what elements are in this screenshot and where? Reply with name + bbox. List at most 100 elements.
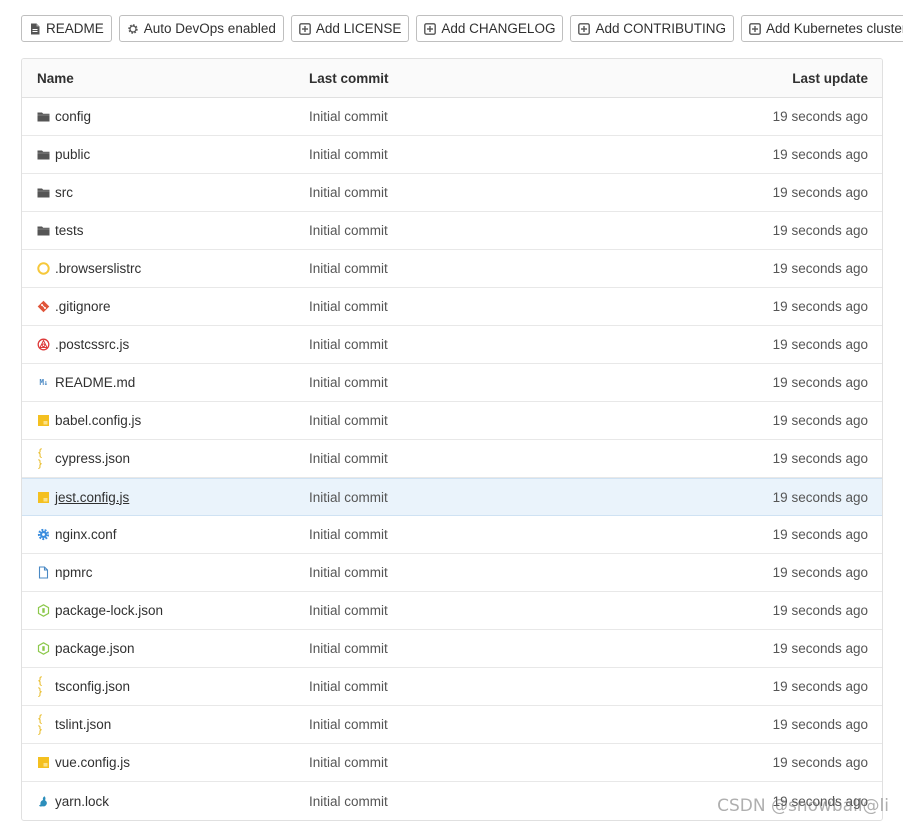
last-update-time: 19 seconds ago (772, 147, 868, 162)
table-row[interactable]: { } cypress.json Initial commit 19 seconds … (22, 440, 882, 478)
file-name-link[interactable]: yarn.lock (55, 794, 109, 809)
last-commit-link[interactable]: Initial commit (309, 451, 609, 466)
nodejs-icon (37, 642, 50, 655)
add-contributing-button[interactable]: Add CONTRIBUTING (570, 15, 734, 42)
last-commit-link[interactable]: Initial commit (309, 794, 609, 809)
table-row[interactable]: .postcssrc.js Initial commit 19 seconds ag… (22, 326, 882, 364)
last-commit-link[interactable]: Initial commit (309, 679, 609, 694)
last-commit-link[interactable]: Initial commit (309, 603, 609, 618)
last-commit-link[interactable]: Initial commit (309, 299, 609, 314)
file-name-cell: .browserslistrc (22, 261, 309, 276)
folder-icon (37, 224, 50, 237)
plus-square-icon (424, 22, 437, 35)
table-row[interactable]: { } tslint.json Initial commit 19 seconds a… (22, 706, 882, 744)
last-update-time: 19 seconds ago (772, 261, 868, 276)
header-name: Name (37, 70, 74, 86)
last-update-time: 19 seconds ago (772, 337, 868, 352)
gear-icon (127, 23, 139, 35)
last-commit-link[interactable]: Initial commit (309, 185, 609, 200)
table-row[interactable]: M↓ README.md Initial commit 19 seconds ago (22, 364, 882, 402)
file-name-cell: yarn.lock (22, 794, 309, 809)
file-name-link[interactable]: .gitignore (55, 299, 111, 314)
file-name-link[interactable]: .browserslistrc (55, 261, 141, 276)
last-update-time: 19 seconds ago (772, 755, 868, 770)
file-name-link[interactable]: babel.config.js (55, 413, 141, 428)
file-name-link[interactable]: package-lock.json (55, 603, 163, 618)
table-row[interactable]: tests Initial commit 19 seconds ago (22, 212, 882, 250)
last-commit-link[interactable]: Initial commit (309, 261, 609, 276)
table-row[interactable]: nginx.conf Initial commit 19 seconds ago (22, 516, 882, 554)
table-row[interactable]: vue.config.js Initial commit 19 seconds ag… (22, 744, 882, 782)
file-name-link[interactable]: npmrc (55, 565, 93, 580)
json-icon: { } (37, 713, 43, 736)
file-name-cell: babel.config.js (22, 413, 309, 428)
plus-square-icon (749, 22, 761, 35)
table-row[interactable]: jest.config.js Initial commit 19 seconds a… (22, 478, 882, 516)
file-name-cell: tests (22, 223, 309, 238)
file-name-cell: jest.config.js (22, 490, 309, 505)
file-name-cell: .gitignore (22, 299, 309, 314)
file-name-link[interactable]: nginx.conf (55, 527, 117, 542)
table-row[interactable]: config Initial commit 19 seconds ago (22, 98, 882, 136)
table-row[interactable]: .browserslistrc Initial commit 19 seconds … (22, 250, 882, 288)
file-name-link[interactable]: README.md (55, 375, 135, 390)
file-name-link[interactable]: src (55, 185, 73, 200)
file-name-link[interactable]: public (55, 147, 90, 162)
last-commit-link[interactable]: Initial commit (309, 375, 609, 390)
file-name-link[interactable]: vue.config.js (55, 755, 130, 770)
folder-icon (37, 148, 50, 161)
file-name-link[interactable]: cypress.json (55, 451, 130, 466)
plus-square-icon (298, 22, 311, 35)
table-row[interactable]: .gitignore Initial commit 19 seconds ago (22, 288, 882, 326)
last-update-time: 19 seconds ago (772, 375, 868, 390)
javascript-icon (37, 491, 50, 504)
file-icon (29, 23, 41, 35)
auto-devops-button[interactable]: Auto DevOps enabled (118, 15, 284, 42)
table-row[interactable]: npmrc Initial commit 19 seconds ago (22, 554, 882, 592)
file-name-cell: package-lock.json (22, 603, 309, 618)
file-name-link[interactable]: tsconfig.json (55, 679, 130, 694)
file-name-link[interactable]: jest.config.js (55, 490, 129, 505)
table-header: Name Last commit Last update (22, 59, 882, 98)
last-commit-link[interactable]: Initial commit (309, 147, 609, 162)
last-commit-link[interactable]: Initial commit (309, 490, 609, 505)
file-name-link[interactable]: tests (55, 223, 84, 238)
last-commit-link[interactable]: Initial commit (309, 755, 609, 770)
project-toolbar: README Auto DevOps enabled Add LICENSE A… (21, 15, 903, 42)
add-changelog-button[interactable]: Add CHANGELOG (416, 15, 564, 42)
last-commit-link[interactable]: Initial commit (309, 717, 609, 732)
table-row[interactable]: package-lock.json Initial commit 19 second… (22, 592, 882, 630)
file-name-cell: { } cypress.json (22, 448, 309, 470)
last-commit-link[interactable]: Initial commit (309, 641, 609, 656)
file-name-cell: src (22, 185, 309, 200)
json-icon: { } (37, 675, 43, 698)
watermark: CSDN @snowball@li (717, 796, 889, 816)
table-row[interactable]: babel.config.js Initial commit 19 seconds … (22, 402, 882, 440)
last-update-time: 19 seconds ago (772, 717, 868, 732)
file-name-cell: npmrc (22, 565, 309, 580)
last-commit-link[interactable]: Initial commit (309, 413, 609, 428)
git-icon (37, 300, 50, 313)
readme-button[interactable]: README (21, 15, 112, 42)
add-license-button-label: Add LICENSE (315, 21, 402, 36)
file-name-link[interactable]: config (55, 109, 91, 124)
table-row[interactable]: src Initial commit 19 seconds ago (22, 174, 882, 212)
file-name-cell: M↓ README.md (22, 375, 309, 390)
last-commit-link[interactable]: Initial commit (309, 565, 609, 580)
last-commit-link[interactable]: Initial commit (309, 527, 609, 542)
last-update-time: 19 seconds ago (772, 413, 868, 428)
file-outline-icon (37, 566, 50, 579)
add-license-button[interactable]: Add LICENSE (290, 15, 410, 42)
file-name-link[interactable]: .postcssrc.js (55, 337, 129, 352)
file-name-link[interactable]: package.json (55, 641, 135, 656)
table-row[interactable]: package.json Initial commit 19 seconds ago (22, 630, 882, 668)
last-commit-link[interactable]: Initial commit (309, 223, 609, 238)
last-commit-link[interactable]: Initial commit (309, 337, 609, 352)
table-row[interactable]: public Initial commit 19 seconds ago (22, 136, 882, 174)
table-row[interactable]: { } tsconfig.json Initial commit 19 seconds… (22, 668, 882, 706)
last-update-time: 19 seconds ago (772, 299, 868, 314)
add-kubernetes-cluster-button[interactable]: Add Kubernetes cluster (740, 15, 903, 42)
file-name-cell: { } tslint.json (22, 713, 309, 736)
file-name-link[interactable]: tslint.json (55, 717, 111, 732)
last-commit-link[interactable]: Initial commit (309, 109, 609, 124)
